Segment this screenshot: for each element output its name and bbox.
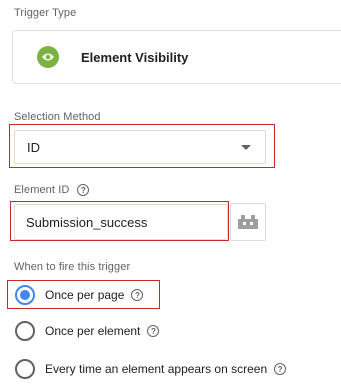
selection-method-label: Selection Method — [14, 111, 101, 123]
selection-method-select[interactable]: ID — [14, 130, 266, 164]
element-id-label: Element ID — [14, 184, 70, 196]
radio-button[interactable] — [15, 321, 35, 341]
chevron-down-icon — [241, 145, 251, 150]
help-icon[interactable]: ? — [131, 289, 144, 301]
help-icon[interactable]: ? — [147, 325, 160, 337]
radio-once-per-page[interactable]: Once per page ? — [15, 285, 144, 305]
element-id-input[interactable] — [14, 204, 228, 240]
radio-label: Once per page — [45, 288, 125, 302]
radio-every-time[interactable]: Every time an element appears on screen … — [15, 359, 287, 379]
selection-method-value: ID — [27, 139, 40, 155]
trigger-type-card[interactable]: Element Visibility — [12, 30, 341, 84]
radio-button[interactable] — [15, 359, 35, 379]
radio-button-selected[interactable] — [15, 285, 35, 305]
help-icon[interactable]: ? — [77, 184, 90, 196]
trigger-type-label: Trigger Type — [14, 7, 77, 19]
eye-icon — [37, 46, 59, 68]
radio-once-per-element[interactable]: Once per element ? — [15, 321, 160, 341]
help-icon[interactable]: ? — [274, 363, 287, 375]
building-blocks-icon — [238, 215, 258, 229]
insert-variable-button[interactable] — [230, 203, 266, 241]
radio-label: Once per element — [45, 324, 141, 338]
trigger-type-name: Element Visibility — [81, 49, 189, 65]
element-id-label-row: Element ID ? — [14, 184, 90, 196]
radio-label: Every time an element appears on screen — [45, 362, 268, 376]
fire-when-label: When to fire this trigger — [14, 261, 131, 273]
